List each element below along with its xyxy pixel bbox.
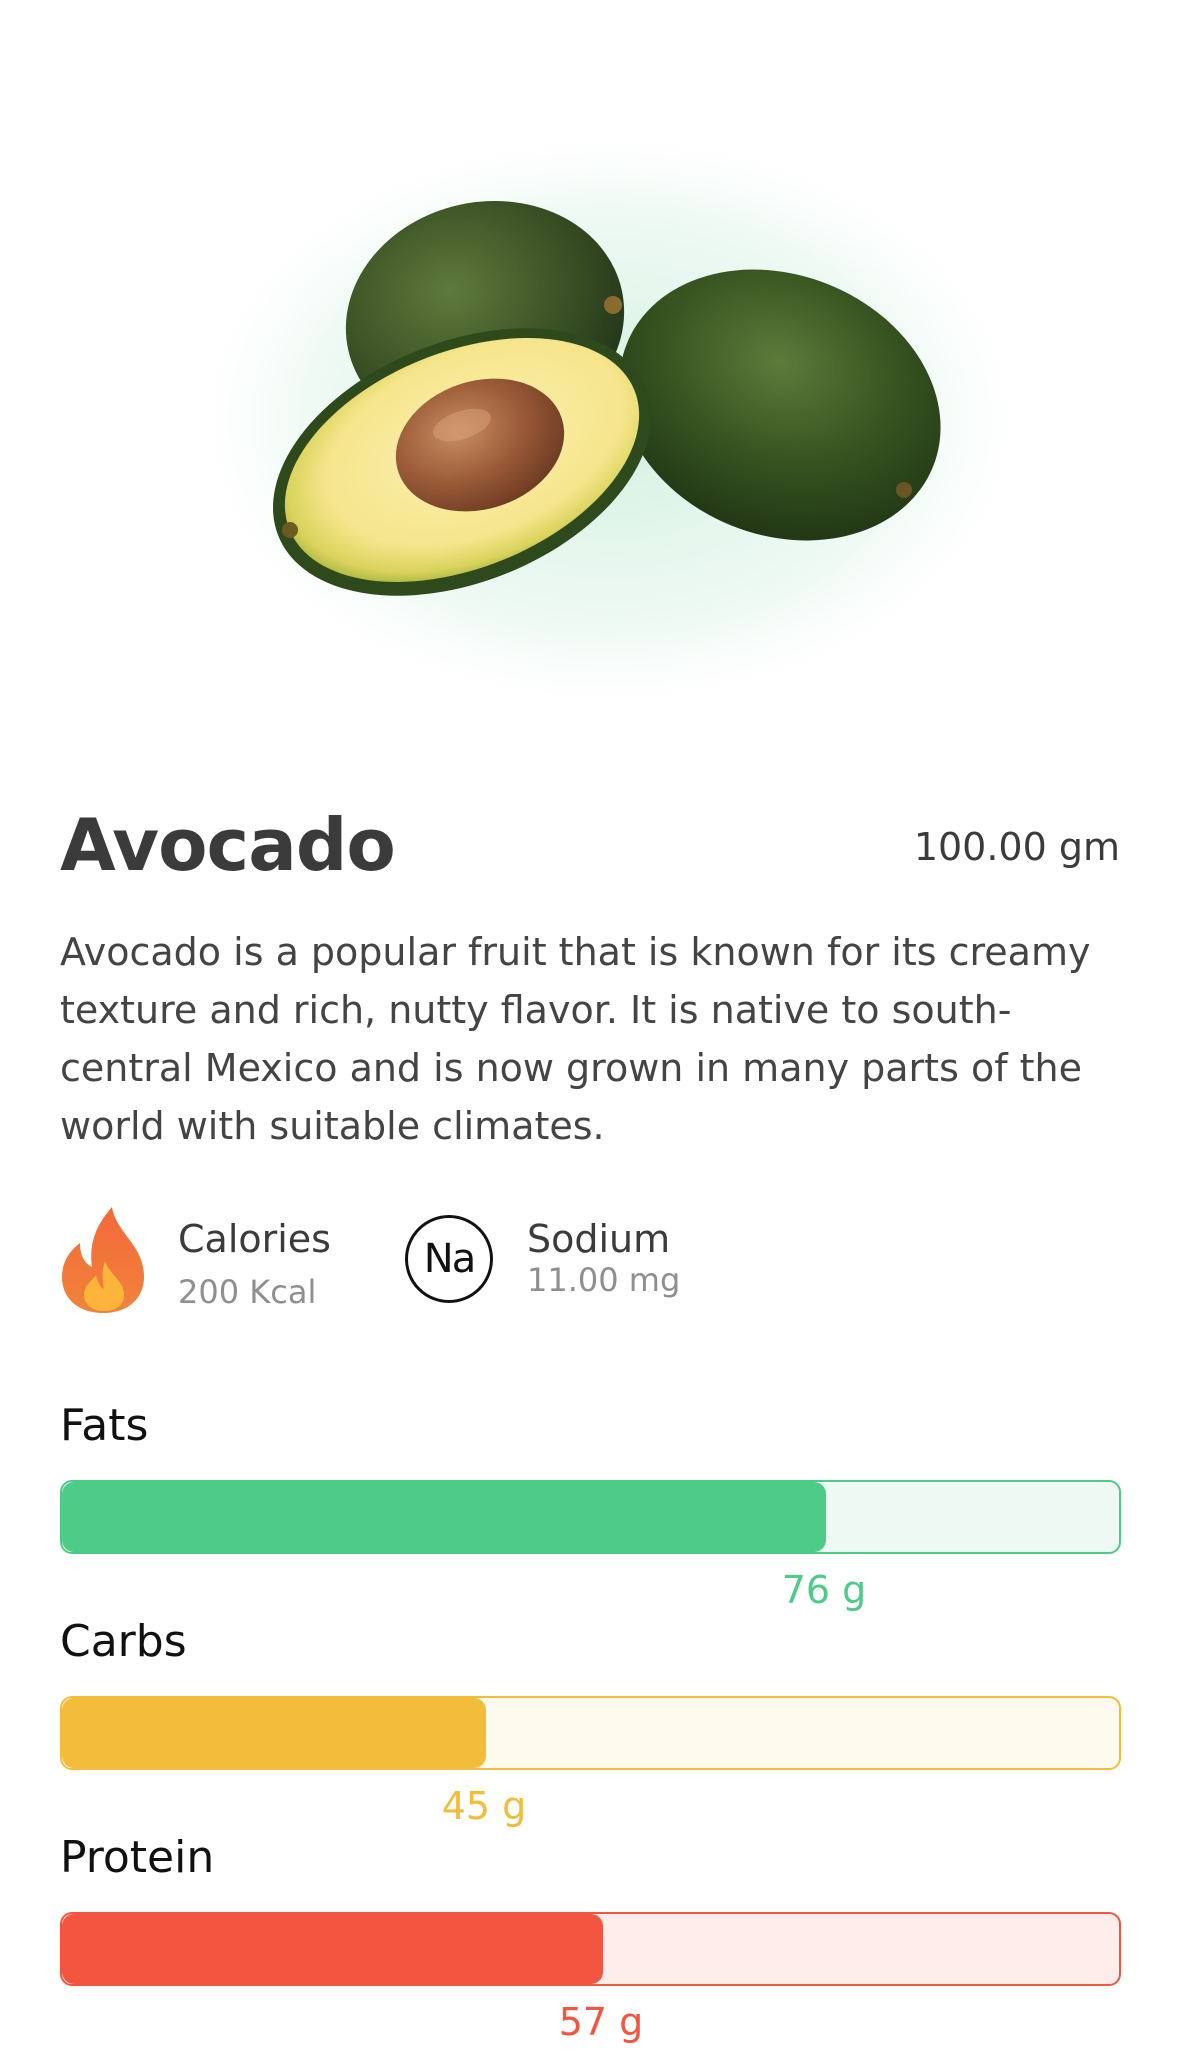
progress-track (60, 1696, 1121, 1770)
progress-track (60, 1480, 1121, 1554)
serving-size: 100.00 gm (913, 825, 1120, 869)
sodium-symbol: Na (405, 1215, 493, 1303)
macro-label: Carbs (60, 1616, 187, 1667)
sodium-value: 11.00 mg (527, 1261, 681, 1299)
progress-track (60, 1912, 1121, 1986)
food-name: Avocado (60, 803, 396, 887)
food-image (0, 0, 1179, 760)
calories-label: Calories (178, 1217, 331, 1261)
macro-value: 57 g (558, 2000, 644, 2044)
macro-label: Protein (60, 1832, 215, 1883)
calories-value: 200 Kcal (178, 1273, 317, 1311)
macro-value: 76 g (781, 1568, 867, 1612)
sodium-icon: Na (405, 1205, 493, 1303)
macro-fats: Fats 76 g (60, 1398, 1121, 1612)
macro-label: Fats (60, 1400, 149, 1451)
flame-icon (60, 1205, 146, 1319)
macro-protein: Protein 57 g (60, 1830, 1121, 2044)
progress-fill (62, 1914, 603, 1984)
progress-fill (62, 1482, 826, 1552)
macro-carbs: Carbs 45 g (60, 1614, 1121, 1828)
macro-value: 45 g (441, 1784, 527, 1828)
food-description: Avocado is a popular fruit that is known… (60, 930, 1091, 1148)
sodium-label: Sodium (527, 1217, 671, 1261)
progress-fill (62, 1698, 486, 1768)
